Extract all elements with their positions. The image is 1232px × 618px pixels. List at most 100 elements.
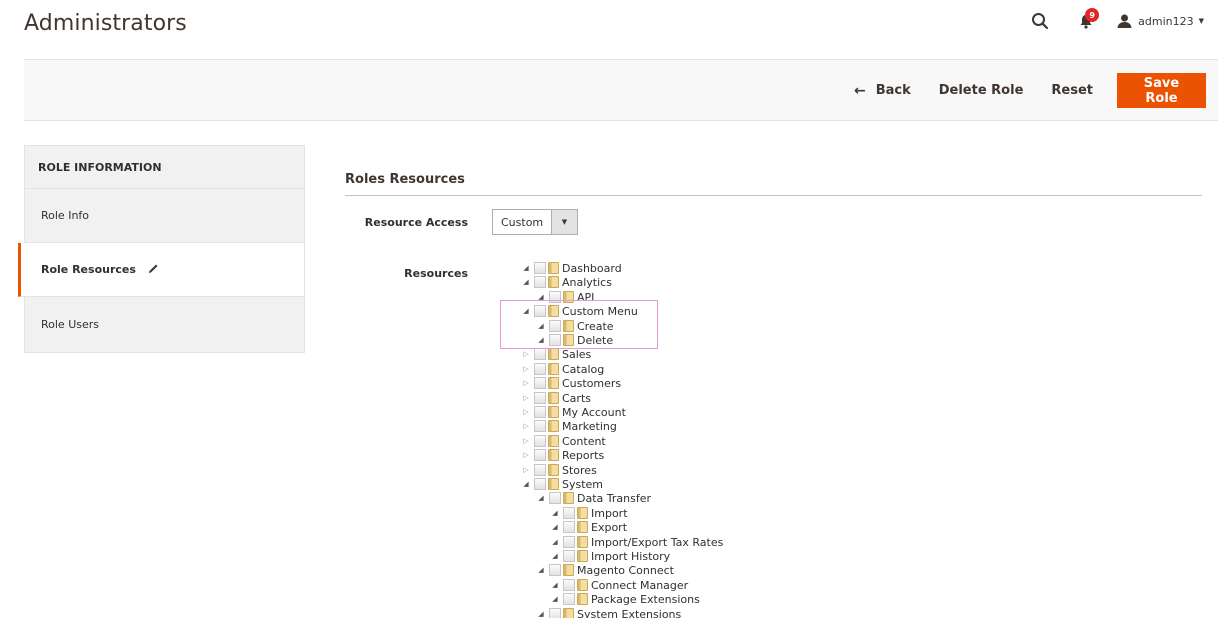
tree-node: ◢ Analytics xyxy=(520,275,612,289)
folder-icon xyxy=(548,377,559,389)
tree-checkbox[interactable] xyxy=(549,334,561,346)
tree-node-label[interactable]: API xyxy=(577,291,594,304)
tree-node-label[interactable]: Catalog xyxy=(562,363,604,376)
tree-node-label[interactable]: Import xyxy=(591,507,628,520)
tree-node: ▷ Reports xyxy=(520,448,604,462)
expanded-toggle-icon[interactable]: ◢ xyxy=(535,494,547,502)
reset-button[interactable]: Reset xyxy=(1037,73,1107,108)
tree-checkbox[interactable] xyxy=(534,262,546,274)
tree-checkbox[interactable] xyxy=(534,377,546,389)
expanded-toggle-icon[interactable]: ◢ xyxy=(549,581,561,589)
expanded-toggle-icon[interactable]: ◢ xyxy=(535,322,547,330)
expanded-toggle-icon[interactable]: ◢ xyxy=(549,552,561,560)
tree-node: ◢ Create xyxy=(535,319,614,333)
tree-checkbox[interactable] xyxy=(534,420,546,432)
tree-node-label[interactable]: Data Transfer xyxy=(577,492,651,505)
tree-node-label[interactable]: Package Extensions xyxy=(591,593,700,606)
collapsed-toggle-icon[interactable]: ▷ xyxy=(520,437,532,445)
expanded-toggle-icon[interactable]: ◢ xyxy=(520,480,532,488)
folder-icon xyxy=(548,276,559,288)
tree-checkbox[interactable] xyxy=(534,348,546,360)
tree-node-label[interactable]: Marketing xyxy=(562,420,617,433)
sidebar-item-role-resources[interactable]: Role Resources xyxy=(18,243,304,297)
notifications-button[interactable]: 9 xyxy=(1075,8,1100,32)
tree-node-label[interactable]: Create xyxy=(577,320,614,333)
tree-node-label[interactable]: Reports xyxy=(562,449,604,462)
tree-node-label[interactable]: System xyxy=(562,478,603,491)
caret-down-icon: ▼ xyxy=(1198,17,1204,25)
tree-checkbox[interactable] xyxy=(563,593,575,605)
tree-checkbox[interactable] xyxy=(549,608,561,618)
expanded-toggle-icon[interactable]: ◢ xyxy=(549,509,561,517)
tree-checkbox[interactable] xyxy=(563,579,575,591)
tree-node: ▷ Catalog xyxy=(520,362,604,376)
expanded-toggle-icon[interactable]: ◢ xyxy=(549,595,561,603)
search-icon[interactable] xyxy=(1029,10,1051,32)
tree-node-label[interactable]: Carts xyxy=(562,392,591,405)
sidebar-item-label: Role Resources xyxy=(41,263,136,276)
expanded-toggle-icon[interactable]: ◢ xyxy=(535,293,547,301)
tree-checkbox[interactable] xyxy=(534,305,546,317)
user-menu[interactable]: admin123 ▼ xyxy=(1117,14,1204,28)
expanded-toggle-icon[interactable]: ◢ xyxy=(535,336,547,344)
tree-node-label[interactable]: Export xyxy=(591,521,627,534)
tree-checkbox[interactable] xyxy=(549,320,561,332)
arrow-left-icon: ← xyxy=(853,82,866,99)
folder-icon xyxy=(548,449,559,461)
tree-checkbox[interactable] xyxy=(534,464,546,476)
tree-node-label[interactable]: Analytics xyxy=(562,276,612,289)
tree-checkbox[interactable] xyxy=(534,435,546,447)
expanded-toggle-icon[interactable]: ◢ xyxy=(535,610,547,618)
folder-icon xyxy=(563,291,574,303)
pencil-icon xyxy=(148,263,159,277)
tree-checkbox[interactable] xyxy=(563,550,575,562)
expanded-toggle-icon[interactable]: ◢ xyxy=(535,566,547,574)
collapsed-toggle-icon[interactable]: ▷ xyxy=(520,394,532,402)
tree-checkbox[interactable] xyxy=(534,406,546,418)
tree-node-label[interactable]: Content xyxy=(562,435,606,448)
expanded-toggle-icon[interactable]: ◢ xyxy=(549,538,561,546)
tree-checkbox[interactable] xyxy=(563,521,575,533)
tree-checkbox[interactable] xyxy=(549,291,561,303)
delete-role-button[interactable]: Delete Role xyxy=(925,73,1038,108)
resource-access-select[interactable]: Custom ▼ xyxy=(492,209,578,235)
tree-node: ▷ Carts xyxy=(520,391,591,405)
tree-checkbox[interactable] xyxy=(563,507,575,519)
tree-checkbox[interactable] xyxy=(563,536,575,548)
collapsed-toggle-icon[interactable]: ▷ xyxy=(520,365,532,373)
tree-checkbox[interactable] xyxy=(534,392,546,404)
tree-node-label[interactable]: System Extensions xyxy=(577,608,681,618)
expanded-toggle-icon[interactable]: ◢ xyxy=(520,278,532,286)
tree-node-label[interactable]: Customers xyxy=(562,377,621,390)
tree-checkbox[interactable] xyxy=(534,276,546,288)
expanded-toggle-icon[interactable]: ◢ xyxy=(520,307,532,315)
expanded-toggle-icon[interactable]: ◢ xyxy=(549,523,561,531)
save-role-button[interactable]: Save Role xyxy=(1117,73,1206,108)
expanded-toggle-icon[interactable]: ◢ xyxy=(520,264,532,272)
tree-checkbox[interactable] xyxy=(549,492,561,504)
tree-checkbox[interactable] xyxy=(534,478,546,490)
tree-checkbox[interactable] xyxy=(549,564,561,576)
tree-node-label[interactable]: Dashboard xyxy=(562,262,622,275)
sidebar-item-role-users[interactable]: Role Users xyxy=(25,297,304,352)
collapsed-toggle-icon[interactable]: ▷ xyxy=(520,422,532,430)
tree-checkbox[interactable] xyxy=(534,363,546,375)
tree-node-label[interactable]: Magento Connect xyxy=(577,564,674,577)
tree-checkbox[interactable] xyxy=(534,449,546,461)
tree-node-label[interactable]: Import History xyxy=(591,550,670,563)
tree-node-label[interactable]: Sales xyxy=(562,348,591,361)
sidebar-item-role-info[interactable]: Role Info xyxy=(25,189,304,243)
collapsed-toggle-icon[interactable]: ▷ xyxy=(520,466,532,474)
collapsed-toggle-icon[interactable]: ▷ xyxy=(520,379,532,387)
tree-node-label[interactable]: My Account xyxy=(562,406,626,419)
tree-node: ▷ Sales xyxy=(520,347,591,361)
back-button[interactable]: ← Back xyxy=(840,73,925,108)
tree-node-label[interactable]: Connect Manager xyxy=(591,579,688,592)
tree-node-label[interactable]: Custom Menu xyxy=(562,305,638,318)
tree-node-label[interactable]: Import/Export Tax Rates xyxy=(591,536,723,549)
tree-node-label[interactable]: Delete xyxy=(577,334,613,347)
tree-node-label[interactable]: Stores xyxy=(562,464,597,477)
collapsed-toggle-icon[interactable]: ▷ xyxy=(520,408,532,416)
collapsed-toggle-icon[interactable]: ▷ xyxy=(520,451,532,459)
collapsed-toggle-icon[interactable]: ▷ xyxy=(520,350,532,358)
